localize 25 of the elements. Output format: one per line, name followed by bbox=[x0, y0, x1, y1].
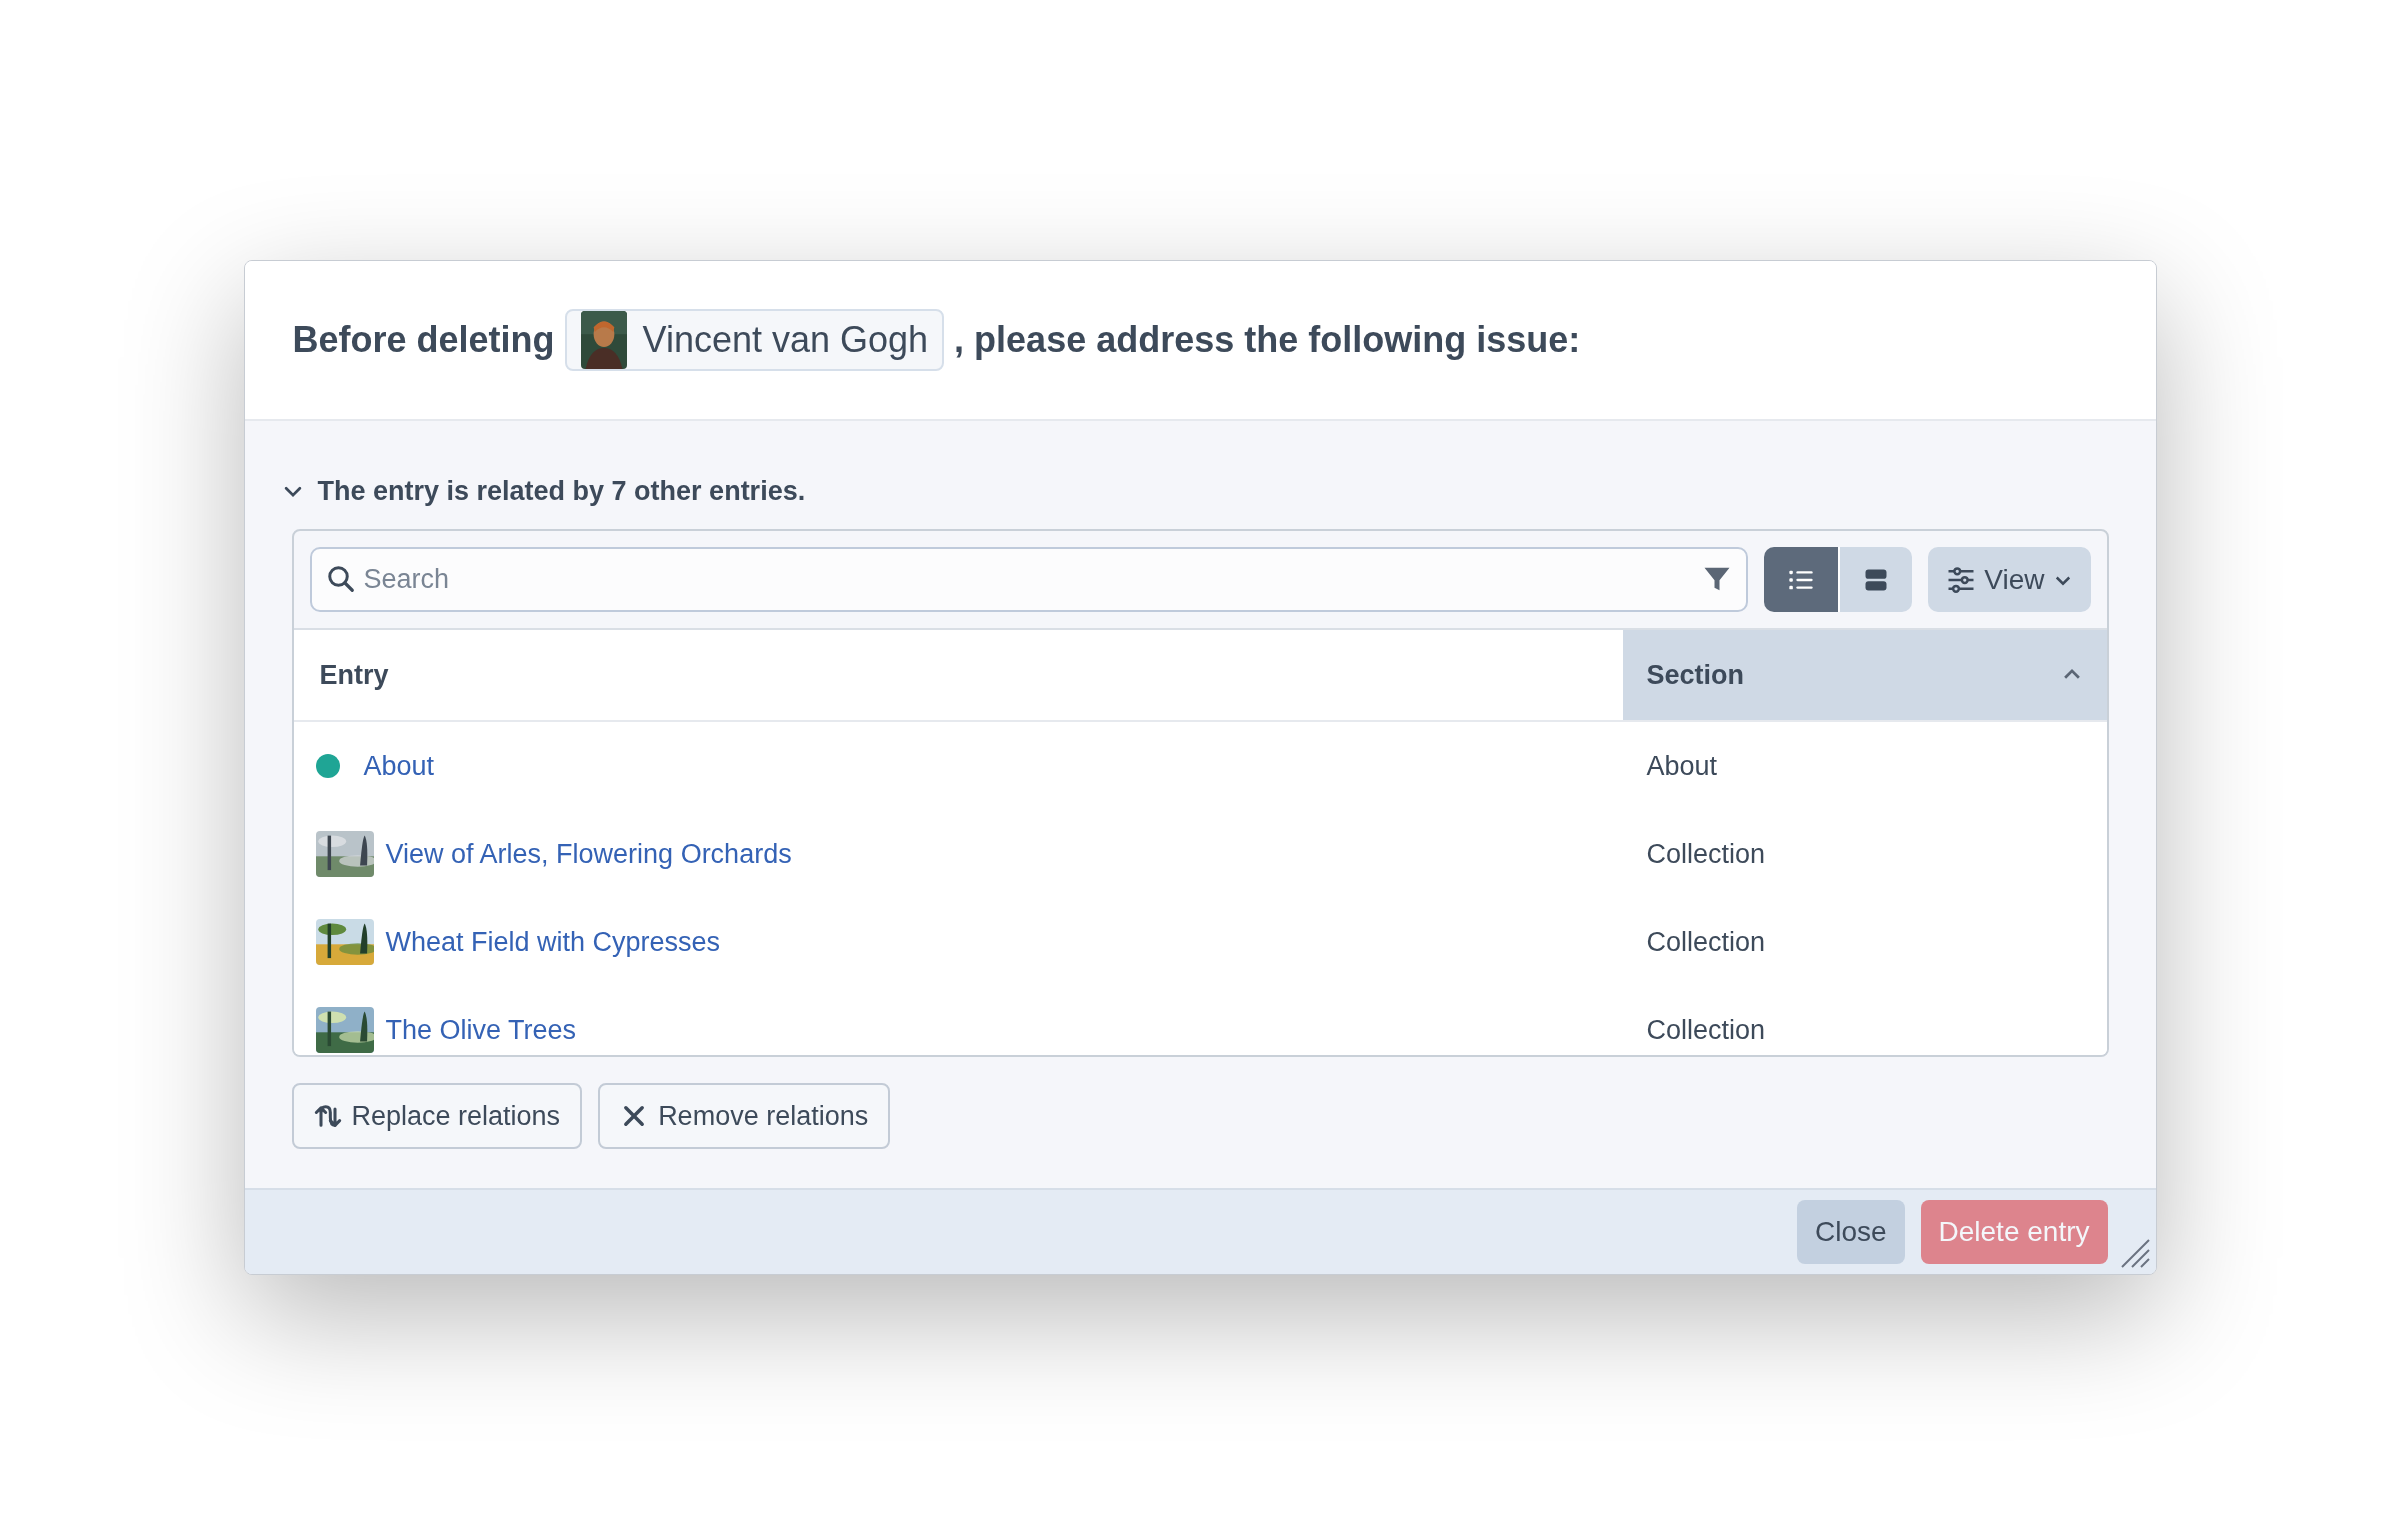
replace-relations-button[interactable]: Replace relations bbox=[291, 1083, 583, 1149]
list-view-button[interactable] bbox=[1764, 547, 1839, 612]
search-field[interactable]: Search bbox=[309, 547, 1749, 612]
column-header[interactable]: Entry bbox=[293, 630, 1623, 720]
dialog-title: Before deleting bbox=[292, 319, 555, 361]
search-icon bbox=[325, 564, 356, 594]
view-button[interactable]: View bbox=[1928, 547, 2091, 612]
entry-link[interactable]: About bbox=[363, 750, 435, 782]
resize-handle-icon[interactable] bbox=[2119, 1238, 2150, 1268]
close-button[interactable]: Close bbox=[1796, 1200, 1905, 1264]
entry-chip[interactable]: Vincent van Gogh bbox=[564, 309, 945, 371]
sliders-icon bbox=[1946, 564, 1977, 595]
swap-arrows-icon bbox=[313, 1102, 342, 1130]
column-header[interactable]: Section bbox=[1622, 630, 2107, 720]
entry-link[interactable]: Wheat Field with Cypresses bbox=[385, 926, 721, 958]
card-view-button[interactable] bbox=[1838, 547, 1913, 612]
table-cell-text: Collection bbox=[1645, 1014, 1767, 1046]
entry-link[interactable]: The Olive Trees bbox=[385, 1014, 577, 1046]
dialog-title: , please address the following issue: bbox=[954, 319, 1581, 361]
remove-relations-button[interactable]: Remove relations bbox=[598, 1083, 891, 1149]
entry-link[interactable]: View of Arles, Flowering Orchards bbox=[385, 838, 792, 870]
table-cell-text: About bbox=[1645, 750, 1719, 782]
issue-heading: The entry is related by 7 other entries. bbox=[317, 475, 806, 507]
table-cell-text: Collection bbox=[1645, 926, 1767, 958]
table-cell-text: Collection bbox=[1645, 838, 1767, 870]
